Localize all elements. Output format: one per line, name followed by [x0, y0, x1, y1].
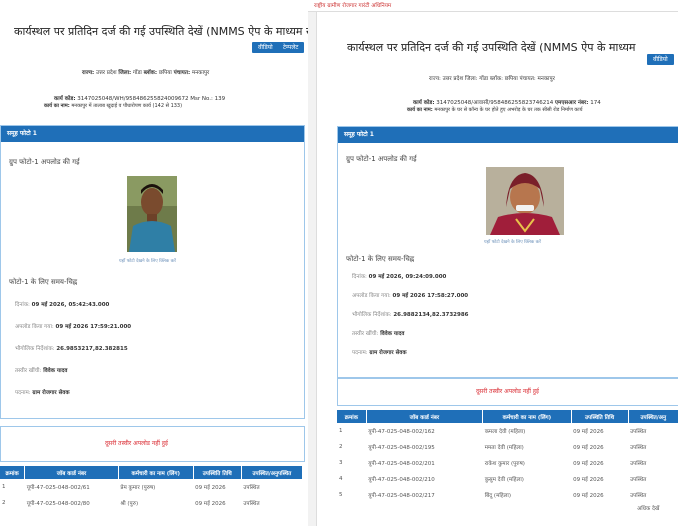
- cell: उपस्थित: [243, 485, 260, 491]
- worker-group-photo[interactable]: [127, 176, 177, 252]
- field-designation: पदनाम: ग्राम रोजगार सेवक: [352, 350, 407, 356]
- second-photo-status: दूसरी तस्वीर अपलोड नहीं हुई: [105, 440, 169, 447]
- work-name-line: कार्य का नाम: मनकापुर में तालाब खुदाई व …: [44, 103, 183, 109]
- location-line: राज्य: उत्तर प्रदेश जिला: गोंडा ब्लॉक: छ…: [82, 70, 210, 76]
- cell: उपस्थित: [630, 461, 647, 467]
- work-code-line: कार्य कोड: 3147025048/आवासी/958486255823…: [413, 100, 601, 106]
- cell: यूपी-47-025-048-002/61: [26, 485, 90, 491]
- cell: उपस्थित: [630, 493, 647, 499]
- second-photo-panel: दूसरी तस्वीर अपलोड नहीं हुई: [337, 378, 678, 406]
- field-coordinates: भौगोलिक निर्देशांक: 26.9882134,82.373298…: [352, 312, 469, 318]
- worker-group-photo[interactable]: [486, 167, 564, 235]
- top-banner: राष्ट्रीय ग्रामीण रोजगार गारंटी अधिनियम: [308, 0, 678, 12]
- page-title: कार्यस्थल पर प्रतिदिन दर्ज की गई उपस्थित…: [347, 41, 636, 54]
- video-button[interactable]: वीडियो: [252, 42, 279, 53]
- cell: श्री (पुरु): [120, 501, 139, 507]
- cell: कमला देवी (महिला): [484, 429, 526, 435]
- table-row: 5 यूपी-47-025-048-002/217 बिंदू (महिला) 09 …: [337, 487, 678, 503]
- field-taken-by: तस्वीर खींची: विवेक यादव: [15, 368, 68, 374]
- cell: 1: [339, 428, 343, 434]
- cell: उपस्थित: [630, 445, 647, 451]
- field-uploaded: अपलोड किया गया: 09 मई 2026 17:59:21.000: [15, 324, 132, 330]
- field-designation: पदनाम: ग्राम रोजगार सेवक: [15, 390, 70, 396]
- cell: 2: [2, 500, 6, 506]
- cell: 09 मई 2026: [573, 461, 604, 467]
- cell: 09 मई 2026: [195, 501, 226, 507]
- col-job-card: जॉब कार्ड नंबर: [24, 466, 119, 479]
- cell: 2: [339, 444, 343, 450]
- work-code-line: कार्य कोड: 3147025048/WH/958486255824009…: [54, 96, 226, 102]
- attendance-table: क्रमांक जॉब कार्ड नंबर कर्मचारी का नाम (…: [337, 410, 678, 503]
- col-serial: क्रमांक: [0, 466, 26, 479]
- group-photo-panel: समूह फोटो 1 ग्रुप फोटो-1 अपलोड की गई यहा…: [337, 126, 678, 378]
- work-name-line: कार्य का नाम: मनकापुर के घर से कॉन्व के …: [407, 107, 583, 113]
- cell: 4: [339, 476, 343, 482]
- cell: 09 मई 2026: [195, 485, 226, 491]
- panel-title: समूह फोटो 1: [338, 127, 678, 143]
- cell: ममता देवी (महिला): [484, 445, 524, 451]
- left-attendance-page: कार्यस्थल पर प्रतिदिन दर्ज की गई उपस्थित…: [0, 0, 308, 526]
- cell: 09 मई 2026: [573, 445, 604, 451]
- col-present-absent: उपस्थित/अनुपस्थित: [241, 466, 304, 479]
- field-coordinates: भौगोलिक निर्देशांक: 26.9853217,82.382815: [15, 346, 128, 352]
- photo-caption[interactable]: यहाँ फोटो देखने के लिए क्लिक करें: [484, 239, 541, 245]
- table-row: 2 यूपी-47-025-048-002/80 श्री (पुरु) 09 …: [0, 495, 303, 511]
- cell: कुसुम देवी (महिला): [484, 477, 524, 483]
- cell: 5: [339, 492, 343, 498]
- table-row: 1 यूपी-47-025-048-002/61 प्रेम कुमार (पु…: [0, 479, 303, 495]
- col-attendance-date: उपस्थिति तिथि: [193, 466, 242, 479]
- cell: 09 मई 2026: [573, 429, 604, 435]
- cell: 09 मई 2026: [573, 493, 604, 499]
- cell: यूपी-47-025-048-002/201: [368, 461, 435, 467]
- photo-caption[interactable]: यहाँ फोटो देखने के लिए क्लिक करें: [119, 258, 176, 264]
- table-row: 2 यूपी-47-025-048-002/195 ममता देवी (महिला…: [337, 439, 678, 455]
- cell: यूपी-47-025-048-002/80: [26, 501, 90, 507]
- cell: यूपी-47-025-048-002/217: [368, 493, 435, 499]
- table-row: 4 यूपी-47-025-048-002/210 कुसुम देवी (महिल…: [337, 471, 678, 487]
- second-photo-panel: दूसरी तस्वीर अपलोड नहीं हुई: [0, 426, 305, 462]
- cell: यूपी-47-025-048-002/210: [368, 477, 435, 483]
- cell: राकेश कुमार (पुरुष): [484, 461, 525, 467]
- cell: उपस्थित: [243, 501, 260, 507]
- col-serial: क्रमांक: [337, 410, 367, 423]
- col-attendance-date: उपस्थिति तिथि: [571, 410, 629, 423]
- table-row: 1 यूपी-47-025-048-002/162 कमला देवी (महिला…: [337, 423, 678, 439]
- right-attendance-page: कार्यस्थल पर प्रतिदिन दर्ज की गई उपस्थित…: [316, 12, 678, 526]
- col-worker-name: कर्मचारी का नाम (लिंग): [118, 466, 194, 479]
- upload-status: ग्रुप फोटो-1 अपलोड की गई: [346, 155, 417, 163]
- cell: उपस्थित: [630, 429, 647, 435]
- timestamp-heading: फोटो-1 के लिए समय-चिह्न: [9, 278, 78, 286]
- panel-title: समूह फोटो 1: [1, 126, 304, 142]
- second-photo-status: दूसरी तस्वीर अपलोड नहीं हुई: [476, 388, 540, 395]
- cell: 3: [339, 460, 343, 466]
- cell: बिंदू (महिला): [484, 493, 512, 499]
- group-photo-panel: समूह फोटो 1 ग्रुप फोटो-1 अपलोड की गई यहा…: [0, 125, 305, 419]
- upload-status: ग्रुप फोटो-1 अपलोड की गई: [9, 158, 80, 166]
- page-title: कार्यस्थल पर प्रतिदिन दर्ज की गई उपस्थित…: [14, 25, 308, 38]
- view-more-link[interactable]: अधिक देखें: [637, 504, 659, 512]
- cell: 1: [2, 484, 6, 490]
- col-job-card: जॉब कार्ड नंबर: [366, 410, 484, 423]
- table-header: क्रमांक जॉब कार्ड नंबर कर्मचारी का नाम (…: [0, 466, 304, 479]
- cell: 09 मई 2026: [573, 477, 604, 483]
- field-uploaded: अपलोड किया गया: 09 मई 2026 17:58:27.000: [352, 293, 469, 299]
- cell: यूपी-47-025-048-002/195: [368, 445, 435, 451]
- col-worker-name: कर्मचारी का नाम (लिंग): [482, 410, 572, 423]
- col-present-absent: उपस्थित/अनु: [628, 410, 678, 423]
- location-line: राज्य: उत्तर प्रदेश जिला: गोंडा ब्लॉक: छ…: [429, 76, 555, 82]
- table-row: 3 यूपी-47-025-048-002/201 राकेश कुमार (पुर…: [337, 455, 678, 471]
- timestamp-heading: फोटो-1 के लिए समय-चिह्न: [346, 255, 415, 263]
- table-header: क्रमांक जॉब कार्ड नंबर कर्मचारी का नाम (…: [337, 410, 678, 423]
- cell: यूपी-47-025-048-002/162: [368, 429, 435, 435]
- attendance-table: क्रमांक जॉब कार्ड नंबर कर्मचारी का नाम (…: [0, 466, 304, 511]
- cell: उपस्थित: [630, 477, 647, 483]
- field-date: दिनांक: 09 मई 2026, 05:42:43.000: [15, 302, 110, 308]
- video-button[interactable]: वीडियो: [647, 54, 674, 65]
- field-taken-by: तस्वीर खींची: विवेक यादव: [352, 331, 405, 337]
- cell: प्रेम कुमार (पुरुष): [120, 485, 156, 491]
- field-date: दिनांक: 09 मई 2026, 09:24:09.000: [352, 274, 447, 280]
- template-button[interactable]: टेम्पलेट: [277, 42, 305, 53]
